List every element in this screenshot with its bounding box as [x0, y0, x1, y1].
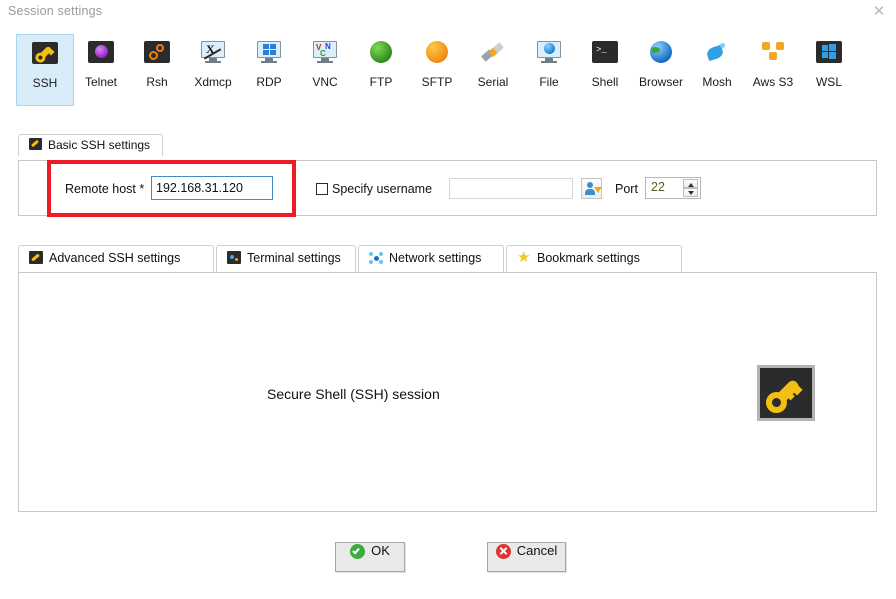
file-monitor-globe-icon: [535, 41, 563, 69]
tab-bookmark-settings[interactable]: ★ Bookmark settings: [506, 245, 682, 273]
cancel-label: Cancel: [516, 543, 558, 558]
tab-label: Network settings: [389, 251, 482, 265]
session-type-rsh[interactable]: Rsh: [128, 34, 186, 106]
tab-advanced-ssh-settings[interactable]: Advanced SSH settings: [18, 245, 214, 273]
window-titlebar: Session settings ✕: [0, 0, 896, 24]
xdmcp-monitor-icon: X: [199, 41, 227, 69]
check-circle-icon: [350, 544, 366, 559]
shell-terminal-icon: >_: [591, 41, 619, 69]
tab-label: Basic SSH settings: [48, 138, 151, 152]
session-type-label: WSL: [815, 75, 842, 89]
session-type-toolbar: SSH Telnet Rsh X Xdmcp RDP V N C VNC FTP…: [0, 26, 896, 114]
port-spinner-arrows[interactable]: [683, 179, 698, 197]
specify-username-checkbox[interactable]: [316, 183, 328, 195]
ok-label: OK: [371, 543, 390, 558]
session-type-sftp[interactable]: SFTP: [408, 34, 466, 106]
session-type-serial[interactable]: Serial: [464, 34, 522, 106]
session-type-ssh[interactable]: SSH: [16, 34, 74, 106]
remote-host-label: Remote host *: [65, 182, 145, 196]
ftp-green-globe-icon: [367, 41, 395, 69]
session-type-label: FTP: [369, 75, 393, 89]
ssh-key-icon: [29, 138, 42, 150]
session-type-mosh[interactable]: Mosh: [688, 34, 746, 106]
rsh-gears-icon: [143, 41, 171, 69]
network-atom-icon: [369, 251, 383, 264]
port-spinner[interactable]: 22: [645, 177, 701, 199]
vnc-monitor-icon: V N C: [311, 41, 339, 69]
browser-globe-icon: [647, 41, 675, 69]
cancel-button[interactable]: Cancel: [487, 542, 566, 572]
session-type-label: Rsh: [146, 75, 168, 89]
session-description-panel: Secure Shell (SSH) session: [18, 272, 877, 512]
select-user-icon[interactable]: [581, 178, 602, 199]
close-icon[interactable]: ✕: [868, 2, 890, 22]
port-value: 22: [651, 180, 665, 194]
session-type-label: Mosh: [702, 75, 732, 89]
session-type-telnet[interactable]: Telnet: [72, 34, 130, 106]
sftp-orange-globe-icon: [423, 41, 451, 69]
session-type-label: SFTP: [421, 75, 453, 89]
session-type-aws-s3[interactable]: Aws S3: [744, 34, 802, 106]
session-type-label: File: [539, 75, 559, 89]
tab-network-settings[interactable]: Network settings: [358, 245, 504, 273]
session-description-text: Secure Shell (SSH) session: [267, 386, 440, 402]
aws-s3-icon: [759, 41, 787, 69]
remote-host-input[interactable]: [151, 176, 273, 200]
session-type-label: SSH: [32, 76, 58, 90]
ok-button[interactable]: OK: [335, 542, 405, 572]
port-decrement-button[interactable]: [683, 188, 698, 197]
ssh-key-large-icon: [757, 365, 815, 421]
wsl-windows-icon: [815, 41, 843, 69]
terminal-icon: [227, 251, 241, 264]
port-increment-button[interactable]: [683, 179, 698, 188]
session-type-ftp[interactable]: FTP: [352, 34, 410, 106]
session-type-label: Xdmcp: [194, 75, 232, 89]
tab-label: Bookmark settings: [537, 251, 640, 265]
session-type-label: Serial: [477, 75, 509, 89]
session-type-vnc[interactable]: V N C VNC: [296, 34, 354, 106]
rdp-monitor-icon: [255, 41, 283, 69]
username-input[interactable]: [449, 178, 573, 199]
serial-plug-icon: [479, 41, 507, 69]
session-type-browser[interactable]: Browser: [632, 34, 690, 106]
settings-tabstrip: Advanced SSH settings Terminal settings …: [18, 245, 877, 273]
session-type-xdmcp[interactable]: X Xdmcp: [184, 34, 242, 106]
session-type-shell[interactable]: >_ Shell: [576, 34, 634, 106]
port-label: Port: [615, 182, 638, 196]
session-type-label: Telnet: [84, 75, 118, 89]
ssh-key-icon: [29, 251, 43, 264]
mosh-satellite-icon: [703, 41, 731, 69]
telnet-orb-icon: [87, 41, 115, 69]
session-type-label: VNC: [312, 75, 338, 89]
star-icon: ★: [517, 249, 531, 266]
session-type-label: RDP: [256, 75, 282, 89]
ssh-key-icon: [31, 42, 59, 70]
tab-label: Terminal settings: [247, 251, 341, 265]
session-type-wsl[interactable]: WSL: [800, 34, 858, 106]
session-type-label: Browser: [638, 75, 683, 89]
session-type-label: Aws S3: [752, 75, 794, 89]
session-type-rdp[interactable]: RDP: [240, 34, 298, 106]
x-circle-icon: [495, 544, 511, 559]
specify-username-label: Specify username: [332, 182, 433, 196]
tab-terminal-settings[interactable]: Terminal settings: [216, 245, 356, 273]
basic-settings-panel: Remote host * Specify username Port 22: [18, 160, 877, 216]
tab-basic-ssh-settings[interactable]: Basic SSH settings: [18, 134, 164, 156]
tab-label: Advanced SSH settings: [49, 251, 181, 265]
basic-settings-tabstrip: Basic SSH settings: [18, 134, 164, 156]
session-type-file[interactable]: File: [520, 34, 578, 106]
window-title: Session settings: [8, 4, 103, 18]
session-type-label: Shell: [591, 75, 619, 89]
